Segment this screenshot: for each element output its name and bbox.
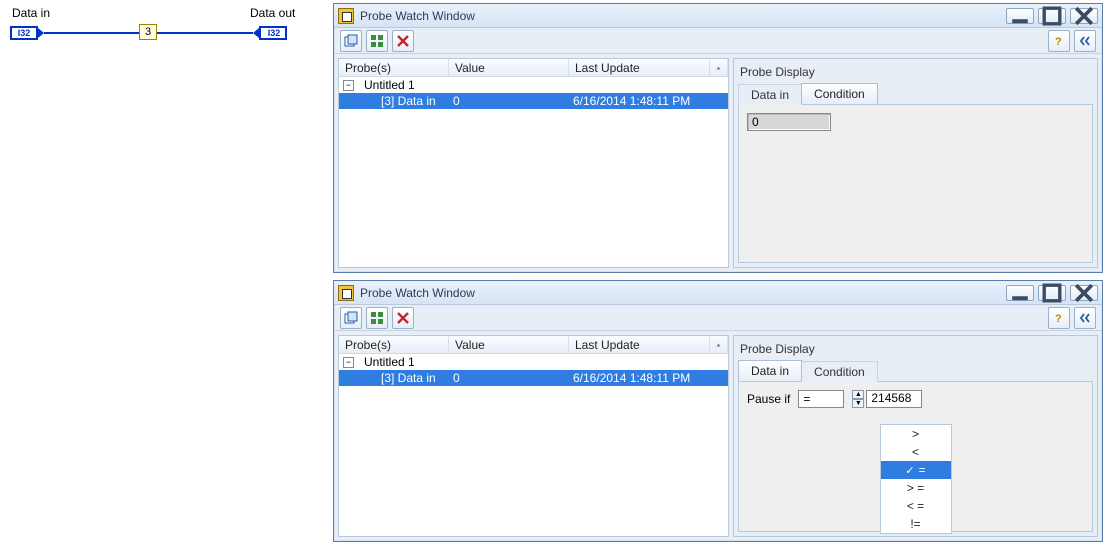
probe-number: 3 xyxy=(145,26,151,38)
operator-field[interactable]: = xyxy=(798,390,844,408)
probe-display-title: Probe Display xyxy=(740,65,1091,79)
maximize-button[interactable] xyxy=(1038,8,1066,24)
window-title: Probe Watch Window xyxy=(360,286,1006,300)
probe-row[interactable]: [3] Data in 0 6/16/2014 1:48:11 PM xyxy=(339,93,728,109)
root-label: Untitled 1 xyxy=(360,355,470,369)
wire-left[interactable] xyxy=(44,32,139,34)
spin-up-icon[interactable]: ▲ xyxy=(852,390,864,399)
col-last[interactable]: Last Update xyxy=(569,59,710,76)
col-probes[interactable]: Probe(s) xyxy=(339,336,449,353)
collapse-button[interactable] xyxy=(1074,30,1096,52)
minimize-button[interactable] xyxy=(1006,285,1034,301)
data-in-terminal[interactable]: I32 xyxy=(10,26,38,40)
probe-display-pane: Probe Display Data in Condition 0 xyxy=(733,58,1098,268)
toolbar: ? xyxy=(334,28,1102,54)
op-ge[interactable]: > = xyxy=(881,479,951,497)
probe-constant[interactable]: 3 xyxy=(139,24,157,40)
probe-display-body: Pause if = ▲ ▼ 214568 > < ✓= > = < xyxy=(738,382,1093,532)
help-button[interactable]: ? xyxy=(1048,307,1070,329)
op-eq[interactable]: ✓= xyxy=(881,461,951,479)
scroll-up-icon[interactable] xyxy=(710,336,728,353)
delete-button[interactable] xyxy=(392,30,414,52)
probe-watch-window-1: Probe Watch Window ? xyxy=(333,3,1103,273)
i32-text-out: I32 xyxy=(268,28,281,38)
col-value[interactable]: Value xyxy=(449,336,569,353)
probe-display-tabs: Data in Condition xyxy=(738,83,1093,105)
probe-display-tabs: Data in Condition xyxy=(738,360,1093,382)
window-title: Probe Watch Window xyxy=(360,9,1006,23)
app-icon xyxy=(338,285,354,301)
data-out-terminal[interactable]: I32 xyxy=(259,26,287,40)
app-icon xyxy=(338,8,354,24)
probe-value: 0 xyxy=(453,94,573,108)
value-spinner[interactable]: ▲ ▼ 214568 xyxy=(852,390,922,408)
new-window-button[interactable] xyxy=(340,30,362,52)
tree-root[interactable]: − Untitled 1 xyxy=(339,77,728,93)
probe-name: [3] Data in xyxy=(381,94,436,108)
collapse-button[interactable] xyxy=(1074,307,1096,329)
probe-timestamp: 6/16/2014 1:48:11 PM xyxy=(573,371,728,385)
column-headers: Probe(s) Value Last Update xyxy=(339,336,728,354)
probe-value-readout: 0 xyxy=(747,113,831,131)
i32-text: I32 xyxy=(18,28,31,38)
maximize-button[interactable] xyxy=(1038,285,1066,301)
block-diagram: Data in Data out I32 3 I32 xyxy=(8,26,318,106)
options-button[interactable] xyxy=(366,30,388,52)
operator-dropdown-list[interactable]: > < ✓= > = < = != xyxy=(880,424,952,534)
col-value[interactable]: Value xyxy=(449,59,569,76)
tab-condition[interactable]: Condition xyxy=(801,83,878,104)
check-icon: ✓ xyxy=(905,464,914,477)
col-probes[interactable]: Probe(s) xyxy=(339,59,449,76)
new-window-button[interactable] xyxy=(340,307,362,329)
toolbar: ? xyxy=(334,305,1102,331)
pause-if-label: Pause if xyxy=(747,392,790,406)
tree-root[interactable]: − Untitled 1 xyxy=(339,354,728,370)
scroll-up-icon[interactable] xyxy=(710,59,728,76)
probe-timestamp: 6/16/2014 1:48:11 PM xyxy=(573,94,728,108)
close-button[interactable] xyxy=(1070,285,1098,301)
threshold-input[interactable]: 214568 xyxy=(866,390,922,408)
tab-data-in[interactable]: Data in xyxy=(738,84,802,105)
op-ne[interactable]: != xyxy=(881,515,951,533)
probe-tree[interactable]: − Untitled 1 [3] Data in 0 6/16/2014 1:4… xyxy=(339,354,728,536)
minimize-button[interactable] xyxy=(1006,8,1034,24)
svg-text:?: ? xyxy=(1055,36,1062,48)
titlebar[interactable]: Probe Watch Window xyxy=(334,281,1102,305)
collapse-icon[interactable]: − xyxy=(343,357,354,368)
delete-button[interactable] xyxy=(392,307,414,329)
probe-display-body: 0 xyxy=(738,105,1093,263)
probe-display-title: Probe Display xyxy=(740,342,1091,356)
spin-down-icon[interactable]: ▼ xyxy=(852,399,864,408)
probe-name: [3] Data in xyxy=(381,371,436,385)
tab-data-in[interactable]: Data in xyxy=(738,360,802,381)
root-label: Untitled 1 xyxy=(360,78,470,92)
help-button[interactable]: ? xyxy=(1048,30,1070,52)
probe-list-pane: Probe(s) Value Last Update − Untitled 1 … xyxy=(338,335,729,537)
wire-right[interactable] xyxy=(157,32,253,34)
probe-display-pane: Probe Display Data in Condition Pause if… xyxy=(733,335,1098,537)
column-headers: Probe(s) Value Last Update xyxy=(339,59,728,77)
probe-list-pane: Probe(s) Value Last Update − Untitled 1 … xyxy=(338,58,729,268)
probe-tree[interactable]: − Untitled 1 [3] Data in 0 6/16/2014 1:4… xyxy=(339,77,728,267)
op-lt[interactable]: < xyxy=(881,443,951,461)
titlebar[interactable]: Probe Watch Window xyxy=(334,4,1102,28)
collapse-icon[interactable]: − xyxy=(343,80,354,91)
svg-text:?: ? xyxy=(1055,313,1062,325)
probe-value: 0 xyxy=(453,371,573,385)
probe-row[interactable]: [3] Data in 0 6/16/2014 1:48:11 PM xyxy=(339,370,728,386)
options-button[interactable] xyxy=(366,307,388,329)
data-out-label: Data out xyxy=(250,6,295,20)
tab-condition[interactable]: Condition xyxy=(801,361,878,382)
probe-watch-window-2: Probe Watch Window ? xyxy=(333,280,1103,542)
close-button[interactable] xyxy=(1070,8,1098,24)
data-in-label: Data in xyxy=(12,6,50,20)
col-last[interactable]: Last Update xyxy=(569,336,710,353)
op-gt[interactable]: > xyxy=(881,425,951,443)
op-le[interactable]: < = xyxy=(881,497,951,515)
